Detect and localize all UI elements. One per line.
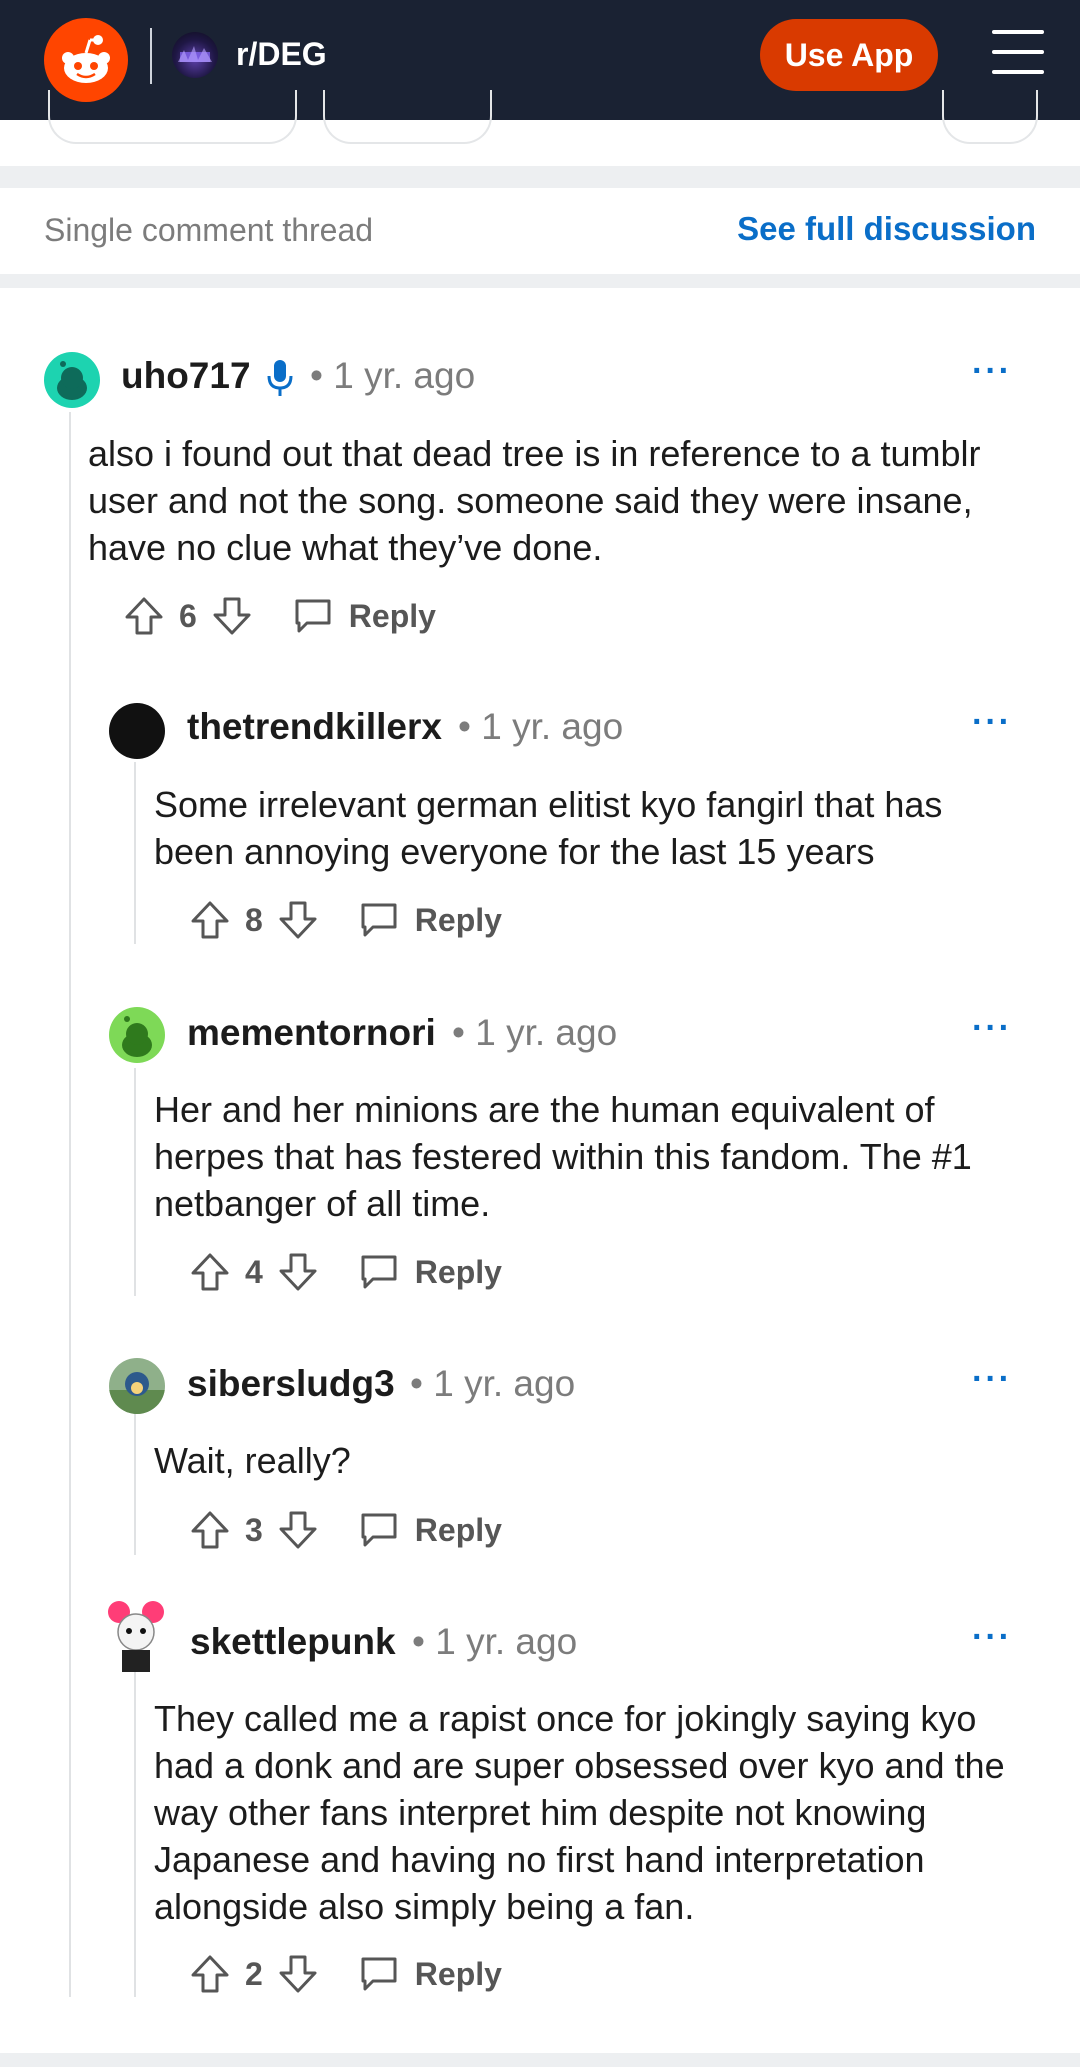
thread-line[interactable] <box>134 1068 136 1296</box>
reply-icon[interactable] <box>359 1254 399 1290</box>
post-action-pill[interactable] <box>942 90 1038 144</box>
reply-icon[interactable] <box>359 1956 399 1992</box>
comment-time: 1 yr. ago <box>435 1621 578 1662</box>
comment-body: They called me a rapist once for jokingl… <box>154 1698 1005 1927</box>
subreddit-avatar[interactable] <box>172 32 218 78</box>
reply-button[interactable]: Reply <box>415 1512 502 1549</box>
comment-body: Some irrelevant german elitist kyo fangi… <box>154 784 943 872</box>
menu-icon[interactable] <box>992 30 1044 74</box>
downvote-icon[interactable] <box>277 1251 319 1293</box>
comment-time: 1 yr. ago <box>481 706 624 747</box>
thread-line[interactable] <box>134 762 136 944</box>
avatar[interactable] <box>109 1358 165 1414</box>
reply-button[interactable]: Reply <box>415 902 502 939</box>
comment-username[interactable]: mementornori <box>187 1012 436 1054</box>
reply-icon[interactable] <box>359 902 399 938</box>
avatar[interactable] <box>105 1598 167 1674</box>
thread-label: Single comment thread <box>44 212 374 248</box>
comment-username[interactable]: sibersludg3 <box>187 1363 395 1405</box>
vote-score: 6 <box>179 597 197 634</box>
comment-time: 1 yr. ago <box>333 355 476 396</box>
comment-actions: 4 Reply <box>189 1247 502 1297</box>
more-options-icon[interactable]: ··· <box>972 1618 1012 1657</box>
microphone-icon <box>266 358 294 403</box>
comment-body: Wait, really? <box>154 1440 351 1481</box>
reply-button[interactable]: Reply <box>415 1956 502 1993</box>
comment-username[interactable]: thetrendkillerx <box>187 706 442 748</box>
comment-meta: • 1 yr. ago <box>412 1621 578 1662</box>
comment-actions: 3 Reply <box>189 1505 502 1555</box>
downvote-icon[interactable] <box>211 595 253 637</box>
comment-meta: • 1 yr. ago <box>410 1363 576 1404</box>
thread-line[interactable] <box>134 1670 136 1997</box>
vote-score: 8 <box>245 901 263 938</box>
thread-line[interactable] <box>134 1412 136 1555</box>
see-full-discussion-link[interactable]: See full discussion <box>737 210 1036 248</box>
comment-meta: • 1 yr. ago <box>458 706 624 747</box>
more-options-icon[interactable]: ··· <box>972 1009 1012 1048</box>
avatar[interactable] <box>109 703 165 759</box>
comment-time: 1 yr. ago <box>475 1012 618 1053</box>
upvote-icon[interactable] <box>189 1251 231 1293</box>
more-options-icon[interactable]: ··· <box>972 352 1012 391</box>
comment-body: also i found out that dead tree is in re… <box>88 433 981 568</box>
vote-score: 2 <box>245 1955 263 1992</box>
section-separator <box>0 166 1080 188</box>
post-action-pill[interactable] <box>48 90 297 144</box>
thread-line[interactable] <box>69 412 71 1997</box>
comment-time: 1 yr. ago <box>433 1363 576 1404</box>
header-divider <box>150 28 152 84</box>
comment-username[interactable]: uho717 <box>121 355 251 397</box>
reply-button[interactable]: Reply <box>415 1254 502 1291</box>
avatar[interactable] <box>109 1007 165 1063</box>
more-options-icon[interactable]: ··· <box>972 1360 1012 1399</box>
reply-icon[interactable] <box>359 1512 399 1548</box>
use-app-button[interactable]: Use App <box>760 19 938 91</box>
downvote-icon[interactable] <box>277 899 319 941</box>
post-action-pill[interactable] <box>323 90 492 144</box>
comment-actions: 2 Reply <box>189 1949 502 1999</box>
comment-meta: • 1 yr. ago <box>452 1012 618 1053</box>
downvote-icon[interactable] <box>277 1953 319 1995</box>
subreddit-name[interactable]: r/DEG <box>236 36 327 73</box>
comment-actions: 8 Reply <box>189 895 502 945</box>
reply-button[interactable]: Reply <box>349 598 436 635</box>
comment-actions: 6 Reply <box>123 591 436 641</box>
comment-username[interactable]: skettlepunk <box>190 1621 396 1663</box>
vote-score: 4 <box>245 1253 263 1290</box>
section-separator <box>0 274 1080 288</box>
upvote-icon[interactable] <box>123 595 165 637</box>
upvote-icon[interactable] <box>189 1953 231 1995</box>
upvote-icon[interactable] <box>189 1509 231 1551</box>
comment-body: Her and her minions are the human equiva… <box>154 1089 972 1224</box>
avatar[interactable] <box>44 352 100 408</box>
thread-header: Single comment thread See full discussio… <box>0 188 1080 272</box>
reply-icon[interactable] <box>293 598 333 634</box>
section-separator <box>0 2053 1080 2067</box>
downvote-icon[interactable] <box>277 1509 319 1551</box>
comment-meta: • 1 yr. ago <box>310 355 476 396</box>
vote-score: 3 <box>245 1511 263 1548</box>
upvote-icon[interactable] <box>189 899 231 941</box>
more-options-icon[interactable]: ··· <box>972 703 1012 742</box>
